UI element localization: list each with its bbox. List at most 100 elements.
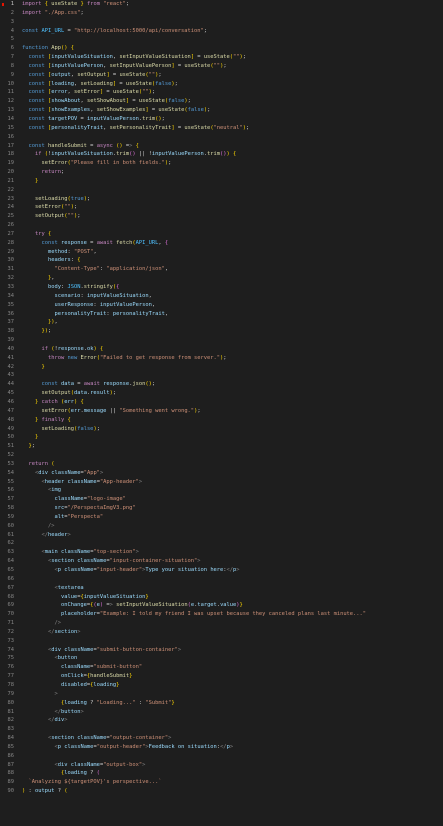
code-line[interactable]: 29 method: "POST", [0, 248, 443, 257]
code-line[interactable]: 81 </button> [0, 708, 443, 717]
code-line[interactable]: 85 <p className="output-header">Feedback… [0, 743, 443, 752]
code-line[interactable]: 69 onChange={(e) => setInputValueSituati… [0, 601, 443, 610]
code-line[interactable]: 16 [0, 133, 443, 142]
code-line[interactable]: 39 [0, 336, 443, 345]
line-number: 85 [7, 743, 15, 750]
line-number: 16 [7, 133, 15, 140]
code-line[interactable]: 6 function App() { [0, 44, 443, 53]
code-line[interactable]: 61 </header> [0, 531, 443, 540]
code-line[interactable]: 10 const [loading, setLoading] = useStat… [0, 80, 443, 89]
line-number: 1 [0, 0, 17, 9]
code-line[interactable]: 82 </div> [0, 716, 443, 725]
code-line[interactable]: 57 className="logo-image" [0, 495, 443, 504]
code-line[interactable]: 72 </section> [0, 628, 443, 637]
code-line[interactable]: 35 userResponse: inputValuePerson, [0, 301, 443, 310]
code-line[interactable]: 87 <div className="output-box"> [0, 761, 443, 770]
code-line[interactable]: 22 [0, 186, 443, 195]
code-line[interactable]: 56 <img [0, 486, 443, 495]
code-line[interactable]: 88 {loading ? ( [0, 769, 443, 778]
code-line[interactable]: 76 className="submit-button" [0, 663, 443, 672]
code-line[interactable]: 11 const [error, setError] = useState(""… [0, 88, 443, 97]
code-line[interactable]: 53 return ( [0, 460, 443, 469]
code-line[interactable]: 32 }, [0, 274, 443, 283]
code-line[interactable]: 64 <section className="input-container-s… [0, 557, 443, 566]
code-line[interactable]: 38 }); [0, 327, 443, 336]
line-number: 71 [7, 620, 15, 627]
code-line[interactable]: 49 setLoading(false); [0, 425, 443, 434]
code-line[interactable]: 90) : output ? ( [0, 787, 443, 796]
code-line[interactable]: 9 const [output, setOutput] = useState("… [0, 71, 443, 80]
code-line[interactable]: 70 placeholder="Example: I told my frien… [0, 610, 443, 619]
code-line[interactable]: 45 setOutput(data.result); [0, 389, 443, 398]
code-line[interactable]: 89 `Analyzing ${targetPOV}'s perspective… [0, 778, 443, 787]
line-code: disabled={loading} [60, 681, 120, 688]
code-line[interactable]: 1 import { useState } from "react"; [0, 0, 443, 9]
line-code: const [loading, setLoading] = useState(f… [28, 80, 178, 87]
code-line[interactable]: 83 [0, 725, 443, 734]
code-line[interactable]: 31 "Content-Type": "application/json", [0, 265, 443, 274]
code-line[interactable]: 48 } finally { [0, 416, 443, 425]
code-line[interactable]: 62 [0, 539, 443, 548]
code-line[interactable]: 75 <button [0, 654, 443, 663]
code-line[interactable]: 21 } [0, 177, 443, 186]
code-line[interactable]: 63 <main className="top-section"> [0, 548, 443, 557]
code-line[interactable]: 84 <section className="output-container"… [0, 734, 443, 743]
code-line[interactable]: 17 const handleSubmit = async () => { [0, 142, 443, 151]
code-line[interactable]: 65 <p className="input-header">Type your… [0, 566, 443, 575]
code-line[interactable]: 5 [0, 35, 443, 44]
code-line[interactable]: 74 <div className="submit-button-contain… [0, 646, 443, 655]
code-line[interactable]: 42 } [0, 363, 443, 372]
code-line[interactable]: 71 /> [0, 619, 443, 628]
code-line[interactable]: 37 }), [0, 318, 443, 327]
code-line[interactable]: 43 [0, 371, 443, 380]
code-line[interactable]: 47 setError(err.message || "Something we… [0, 407, 443, 416]
code-line[interactable]: 52 [0, 451, 443, 460]
code-line[interactable]: 24 setError(""); [0, 203, 443, 212]
code-editor[interactable]: 1 import { useState } from "react"; 2 impor… [0, 0, 443, 826]
code-line[interactable]: 7 const [inputValueSituation, setInputVa… [0, 53, 443, 62]
code-line[interactable]: 19 setError("Please fill in both fields.… [0, 159, 443, 168]
code-line[interactable]: 3 [0, 18, 443, 27]
code-line[interactable]: 51 }; [0, 442, 443, 451]
code-line[interactable]: 79 > [0, 690, 443, 699]
code-line[interactable]: 8 const [inputValuePerson, setInputValue… [0, 62, 443, 71]
code-line[interactable]: 36 personalityTrait: personalityTrait, [0, 310, 443, 319]
code-line[interactable]: 18 if (!inputValueSituation.trim() || !i… [0, 150, 443, 159]
code-line[interactable]: 80 {loading ? "Loading..." : "Submit"} [0, 699, 443, 708]
code-line[interactable]: 46 } catch (err) { [0, 398, 443, 407]
code-line[interactable]: 26 [0, 221, 443, 230]
code-line[interactable]: 15 const [personalityTrait, setPersonali… [0, 124, 443, 133]
line-number: 47 [7, 407, 15, 414]
code-line[interactable]: 67 <textarea [0, 584, 443, 593]
code-line[interactable]: 54 <div className="App"> [0, 469, 443, 478]
code-line[interactable]: 78 disabled={loading} [0, 681, 443, 690]
code-line[interactable]: 14 const targetPOV = inputValuePerson.tr… [0, 115, 443, 124]
code-line[interactable]: 55 <header className="App-header"> [0, 478, 443, 487]
code-line[interactable]: 77 onClick={handleSubmit} [0, 672, 443, 681]
code-line[interactable]: 13 const [showExamples, setShowExamples]… [0, 106, 443, 115]
code-line[interactable]: 40 if (!response.ok) { [0, 345, 443, 354]
code-line[interactable]: 20 return; [0, 168, 443, 177]
code-line[interactable]: 12 const [showAbout, setShowAbout] = use… [0, 97, 443, 106]
code-line[interactable]: 23 setLoading(true); [0, 195, 443, 204]
code-line[interactable]: 66 [0, 575, 443, 584]
code-line[interactable]: 44 const data = await response.json(); [0, 380, 443, 389]
code-line[interactable]: 68 value={inputValueSituation} [0, 593, 443, 602]
code-line[interactable]: 28 const response = await fetch(API_URL,… [0, 239, 443, 248]
code-line[interactable]: 60 /> [0, 522, 443, 531]
code-line[interactable]: 27 try { [0, 230, 443, 239]
code-line[interactable]: 50 } [0, 433, 443, 442]
code-line[interactable]: 4 const API_URL = "http://localhost:5000/… [0, 27, 443, 36]
code-line[interactable]: 2 import "./App.css"; [0, 9, 443, 18]
code-line[interactable]: 86 [0, 752, 443, 761]
code-line[interactable]: 41 throw new Error("Failed to get respon… [0, 354, 443, 363]
line-code: "Content-Type": "application/json", [54, 266, 169, 273]
code-line[interactable]: 25 setOutput(""); [0, 212, 443, 221]
code-line[interactable]: 30 headers: { [0, 256, 443, 265]
code-line[interactable]: 34 scenario: inputValueSituation, [0, 292, 443, 301]
code-line[interactable]: 58 src="/PerspectaImgV3.png" [0, 504, 443, 513]
code-line[interactable]: 73 [0, 637, 443, 646]
code-line[interactable]: 33 body: JSON.stringify({ [0, 283, 443, 292]
code-line[interactable]: 59 alt="Perspecta" [0, 513, 443, 522]
